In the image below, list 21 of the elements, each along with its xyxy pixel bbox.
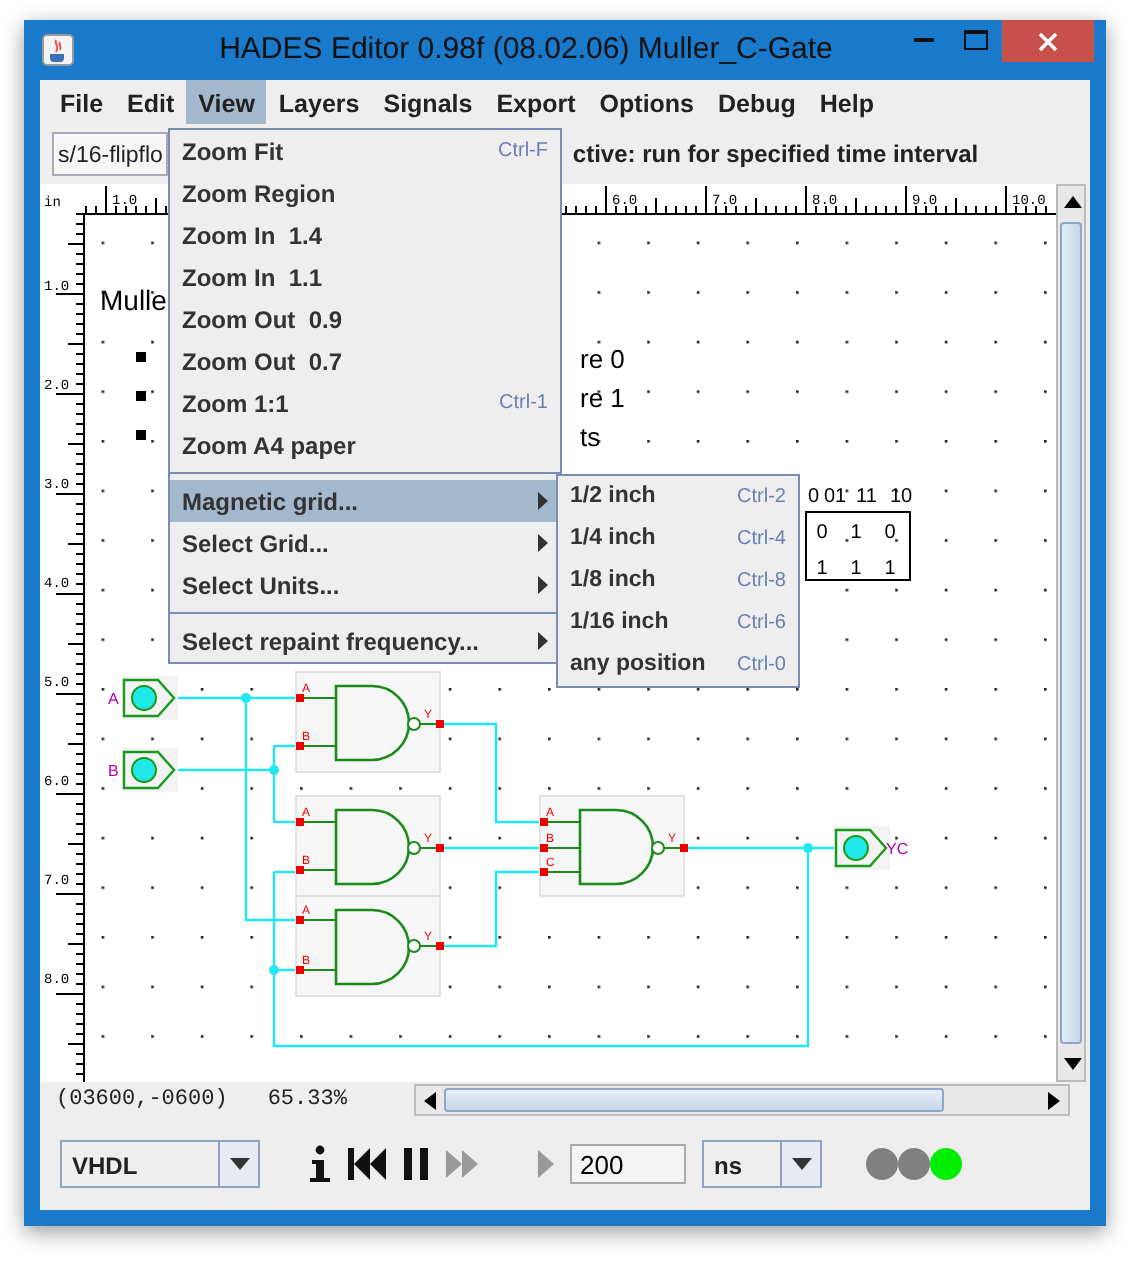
schematic-title: Mulle [100, 284, 167, 316]
truth-table-cell: 1 [816, 558, 828, 580]
truth-table-cell: 0 [816, 522, 828, 544]
comment-text: re 1 [580, 383, 625, 413]
comment-text: ts [580, 422, 601, 452]
zoom-level: 65.33% [267, 1085, 347, 1116]
window-title: HADES Editor 0.98f (08.02.06) Muller_C-Gate [217, 29, 835, 70]
input-label: B [108, 762, 119, 780]
truth-table-cell: 1 [850, 558, 862, 580]
truth-table-header: 0 [808, 486, 820, 508]
cursor-coordinates: (03600,-0600) [56, 1085, 228, 1116]
truth-table-cell: 1 [884, 558, 896, 580]
output-label: YC [886, 840, 909, 858]
truth-table-header: 01 [824, 486, 847, 508]
comment-text: re 0 [580, 344, 625, 374]
truth-table-cell: 0 [884, 522, 896, 544]
input-label: A [108, 690, 119, 708]
truth-table-header: 11 [856, 486, 877, 508]
status-message: ctive: run for specified time interval [572, 138, 979, 172]
truth-table-cell: 1 [850, 522, 862, 544]
truth-table-header: 10 [890, 486, 913, 508]
